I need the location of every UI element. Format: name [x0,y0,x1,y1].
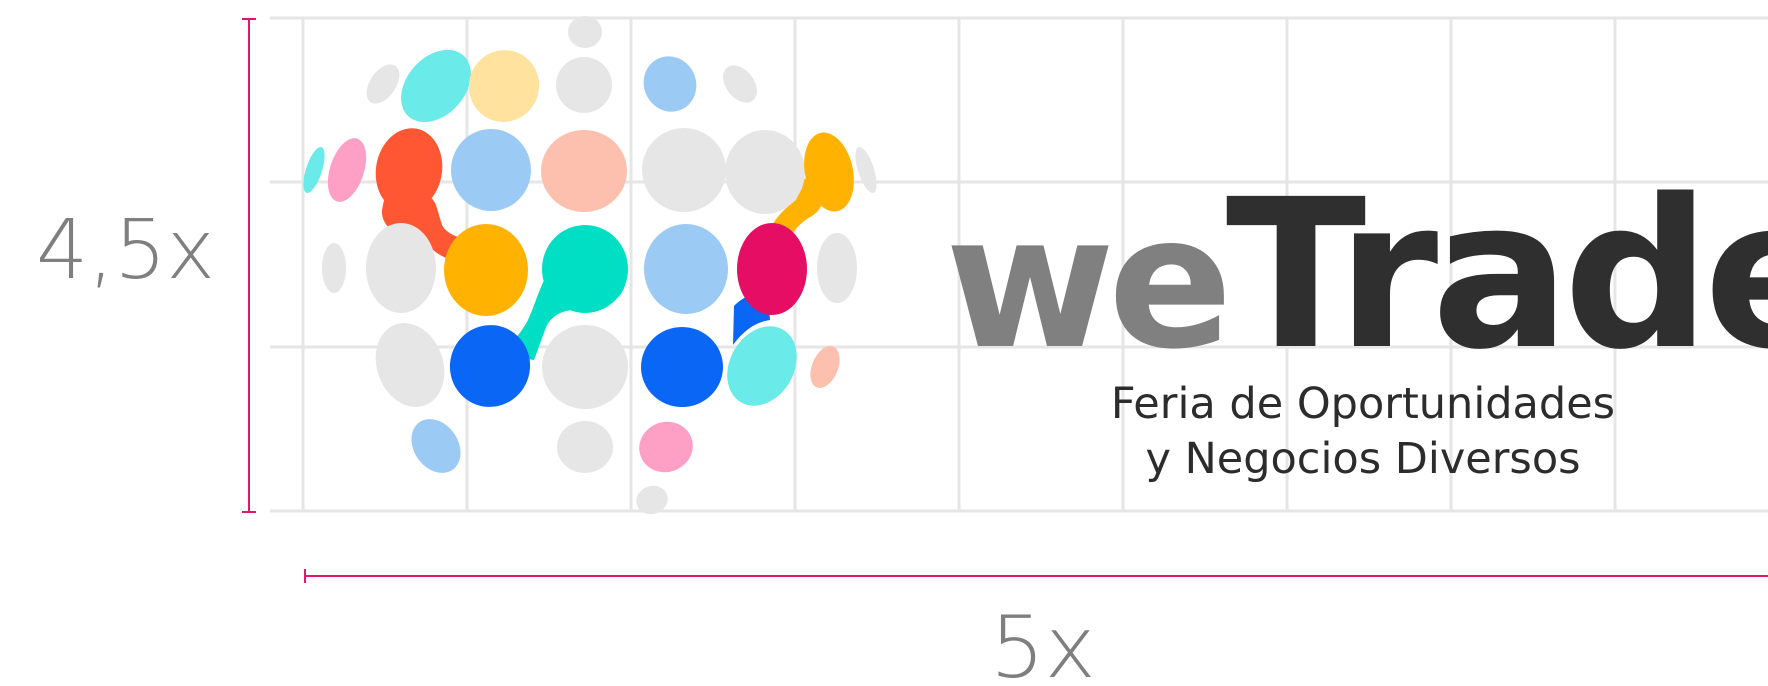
gray-dot [636,485,668,515]
gray-dot [322,243,346,293]
gray-dot [556,57,612,113]
tagline-line-1: Feria de Oportunidades [1111,379,1615,429]
pink-dot [639,421,693,473]
gray-dot [855,147,877,193]
gray-dot [375,323,445,407]
logo-proportion-diagram: 4,5x 5x weTrad Feria de Oportunidades y … [36,16,1768,686]
light-blue-dot [451,129,531,211]
gray-dot [366,64,400,104]
red-orange-dot [375,128,443,212]
wordmark-light-part: weTrade [945,155,1768,395]
gray-dot [542,325,628,409]
peach-dot [810,346,840,388]
wordmark-dark-part: Trade [1226,155,1768,395]
width-ratio-label: 5x [990,598,1096,686]
light-blue-dot [644,224,728,314]
gray-dot [725,130,805,214]
height-ratio-label: 4,5x [36,203,215,298]
teal-dot [542,225,628,313]
gray-dot [568,16,602,48]
amber-dot [444,224,528,316]
gray-dot [817,233,857,303]
light-blue-dot [643,56,697,112]
yellow-dot [468,50,540,122]
peach-dot [541,130,627,212]
magenta-dot [737,223,807,315]
gray-dot [366,223,436,313]
gray-dot [642,128,726,212]
tagline: Feria de Oportunidades y Negocios Divers… [1111,379,1615,484]
height-measurement: 4,5x [36,18,256,513]
gray-dot [557,421,613,473]
tagline-line-2: y Negocios Diversos [1145,434,1580,484]
gray-dot [723,65,757,103]
width-measurement: 5x [304,569,1768,686]
blue-dot [641,327,723,407]
light-blue-dot [411,419,461,473]
wetrade-wordmark: weTrade [945,155,1768,395]
pink-dot [327,138,367,202]
